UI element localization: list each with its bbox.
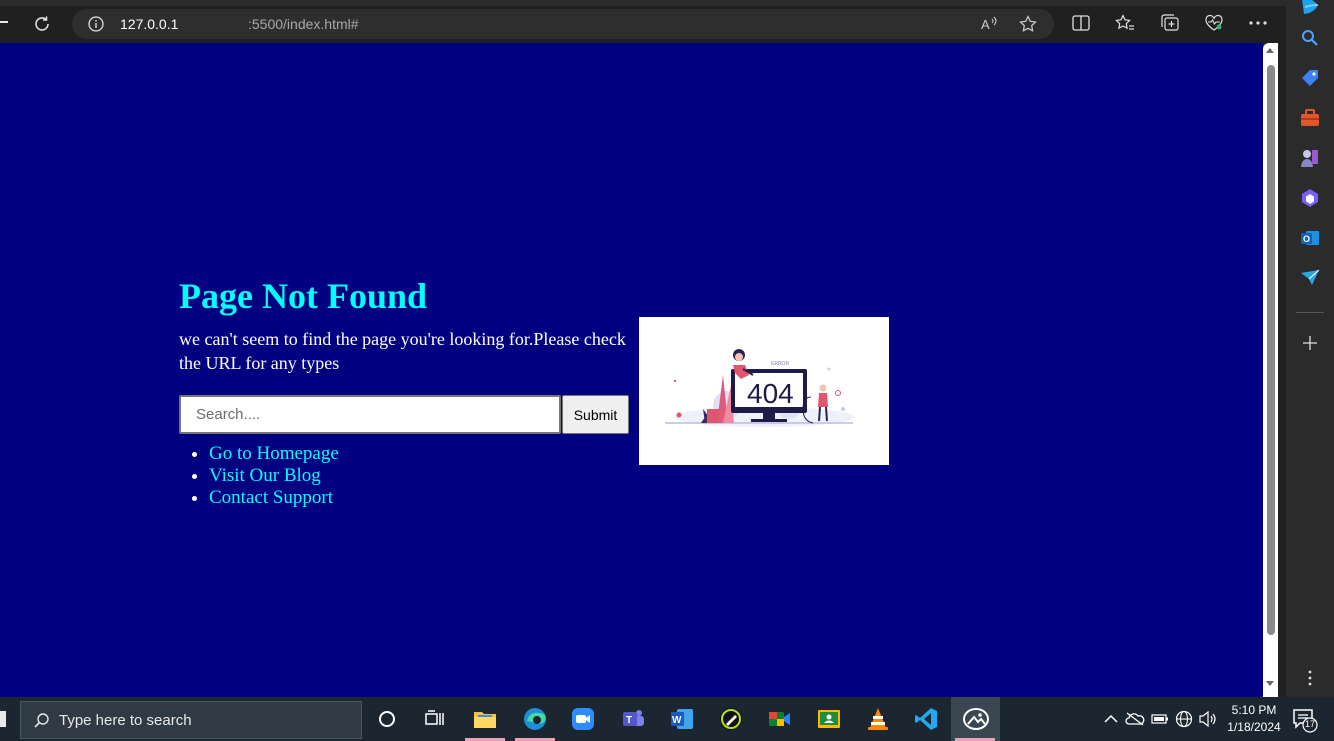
address-bar[interactable]: 127.0.0.1 :5500/index.html# A [72, 9, 1054, 39]
scroll-up-arrow-icon[interactable] [1266, 48, 1274, 53]
error-404-illustration: 404 ERROR [639, 317, 889, 465]
taskbar: Type here to search T W 5:10 PM 1/18/202… [0, 697, 1334, 741]
clock-time: 5:10 PM [1231, 703, 1277, 717]
games-icon[interactable] [1298, 146, 1322, 170]
sidebar-settings-icon[interactable] [1298, 666, 1322, 690]
page-scrollbar[interactable] [1263, 43, 1278, 697]
outlook-icon[interactable]: O [1298, 226, 1322, 250]
scrollbar-gutter [1278, 43, 1286, 697]
microsoft-365-icon[interactable] [1298, 186, 1322, 210]
search-icon[interactable] [1298, 26, 1322, 50]
start-button[interactable] [0, 711, 6, 727]
svg-text:O: O [1303, 234, 1310, 244]
google-classroom-icon[interactable] [815, 705, 843, 733]
blog-link[interactable]: Visit Our Blog [209, 465, 321, 486]
file-explorer-icon[interactable] [471, 705, 499, 733]
illustration-error-text: ERROR [771, 361, 789, 367]
add-icon[interactable] [1298, 331, 1322, 355]
tools-icon[interactable] [1298, 106, 1322, 130]
page-viewport: Page Not Found we can't seem to find the… [0, 43, 1263, 697]
show-hidden-icons-icon[interactable] [1101, 709, 1121, 729]
illustration-404-text: 404 [747, 378, 794, 409]
list-item: Contact Support [209, 487, 339, 509]
info-icon[interactable] [88, 16, 104, 32]
volume-icon[interactable] [1198, 709, 1218, 729]
svg-text:A: A [981, 17, 990, 32]
svg-text:T: T [626, 715, 632, 726]
task-view-icon[interactable] [421, 705, 449, 733]
vlc-app-icon[interactable] [864, 705, 892, 733]
google-meet-icon[interactable] [766, 705, 794, 733]
tab-strip-edge [0, 0, 1286, 6]
onedrive-offline-icon[interactable] [1125, 709, 1145, 729]
more-options-icon[interactable] [1247, 12, 1269, 34]
list-item: Visit Our Blog [209, 465, 339, 487]
network-globe-icon[interactable] [1174, 709, 1194, 729]
list-item: Go to Homepage [209, 443, 339, 465]
url-host: 127.0.0.1 [120, 16, 179, 32]
browser-toolbar: 127.0.0.1 :5500/index.html# A [0, 0, 1286, 43]
drop-send-icon[interactable] [1298, 266, 1322, 290]
scroll-down-arrow-icon[interactable] [1266, 681, 1274, 686]
page-title: Page Not Found [179, 276, 428, 316]
taskbar-search-box[interactable]: Type here to search [20, 701, 362, 739]
vscode-app-icon[interactable] [912, 705, 940, 733]
notification-count: 17 [1304, 719, 1315, 729]
sidebar-divider [1296, 312, 1324, 313]
taskbar-search-placeholder: Type here to search [59, 712, 192, 729]
search-input[interactable] [179, 395, 561, 434]
copilot-icon[interactable] [1298, 0, 1322, 18]
favorite-star-icon[interactable] [1018, 14, 1038, 34]
inkscape-app-icon[interactable] [717, 705, 745, 733]
help-links: Go to Homepage Visit Our Blog Contact Su… [209, 443, 339, 509]
system-clock[interactable]: 5:10 PM 1/18/2024 [1226, 702, 1282, 736]
favorites-icon[interactable] [1114, 12, 1136, 34]
edge-browser-icon[interactable] [521, 705, 549, 733]
refresh-icon [35, 16, 49, 31]
zoom-app-icon[interactable] [569, 705, 597, 733]
svg-text:W: W [672, 715, 682, 726]
cortana-icon[interactable] [373, 705, 401, 733]
browser-essentials-icon[interactable] [1203, 12, 1225, 34]
word-app-icon[interactable]: W [668, 705, 696, 733]
notification-center-icon[interactable]: 17 [1292, 707, 1318, 733]
search-icon [34, 713, 49, 728]
read-aloud-icon[interactable]: A [980, 14, 1000, 34]
shopping-tag-icon[interactable] [1298, 66, 1322, 90]
clock-date: 1/18/2024 [1227, 720, 1281, 734]
window-edge [0, 21, 8, 23]
scroll-thumb[interactable] [1267, 65, 1275, 635]
url-path: :5500/index.html# [248, 16, 359, 32]
error-message: we can't seem to find the page you're lo… [179, 329, 626, 373]
battery-icon[interactable] [1150, 709, 1170, 729]
submit-button[interactable]: Submit [562, 395, 629, 434]
split-screen-icon[interactable] [1070, 12, 1092, 34]
photos-app-icon[interactable] [962, 705, 990, 733]
refresh-button[interactable] [28, 10, 56, 38]
teams-app-icon[interactable]: T [619, 705, 647, 733]
homepage-link[interactable]: Go to Homepage [209, 443, 339, 464]
support-link[interactable]: Contact Support [209, 487, 333, 508]
collections-icon[interactable] [1159, 12, 1181, 34]
browser-sidebar: O [1286, 0, 1334, 697]
